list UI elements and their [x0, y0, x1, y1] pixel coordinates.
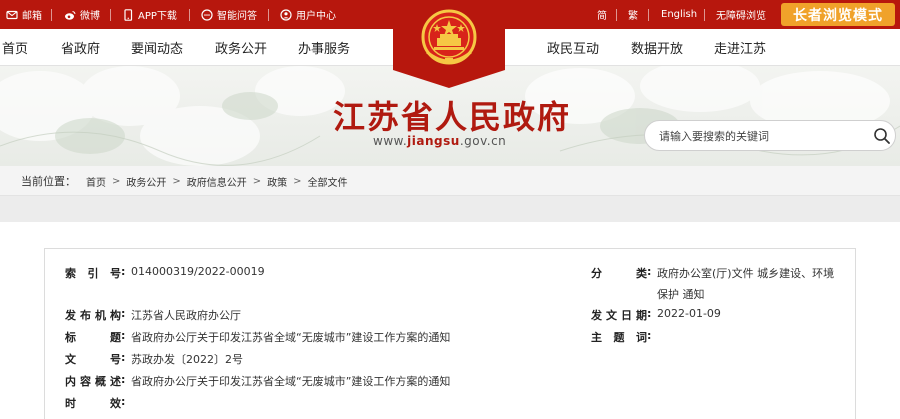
- smart-qa-link[interactable]: 智能问答: [201, 0, 257, 29]
- search-input[interactable]: [659, 128, 859, 144]
- issuer-label: 发布机构: [65, 309, 121, 322]
- colon: :: [647, 329, 652, 342]
- breadcrumb-separator: >: [252, 175, 262, 187]
- site-title: 江苏省人民政府: [333, 98, 572, 136]
- english-link[interactable]: English: [661, 0, 697, 29]
- document-info-table: 索引号 : 014000319/2022-00019 分类 : 政府办公室(厅)…: [44, 248, 856, 419]
- colon: :: [121, 373, 126, 386]
- divider: [110, 9, 111, 21]
- category-label: 分类: [591, 267, 647, 280]
- index-number-value: 014000319/2022-00019: [131, 265, 265, 278]
- app-download-label: APP下载: [138, 11, 177, 22]
- national-emblem: [393, 0, 505, 88]
- user-center-label: 用户中心: [296, 11, 336, 22]
- nav-home[interactable]: 首页: [2, 29, 28, 66]
- user-icon: [280, 8, 292, 21]
- divider: [704, 9, 705, 21]
- nav-provincial-government[interactable]: 省政府: [61, 29, 100, 66]
- validity-label: 时效: [65, 397, 121, 410]
- weibo-icon: [65, 10, 76, 20]
- nav-government-affairs[interactable]: 政务公开: [215, 29, 267, 66]
- title-label: 标题: [65, 331, 121, 344]
- breadcrumb-government-affairs[interactable]: 政务公开: [126, 174, 166, 189]
- category-value-line1: 政府办公室(厅)文件 城乡建设、环境: [657, 267, 835, 280]
- nav-open-data[interactable]: 数据开放: [631, 29, 683, 66]
- breadcrumb-label: 当前位置：: [21, 175, 76, 188]
- mail-label: 邮箱: [22, 11, 42, 22]
- issuer-value: 江苏省人民政府办公厅: [131, 309, 241, 322]
- divider: [616, 9, 617, 21]
- divider: [268, 9, 269, 21]
- divider: [648, 9, 649, 21]
- mail-link[interactable]: 邮箱: [6, 0, 42, 29]
- document-content: 索引号 : 014000319/2022-00019 分类 : 政府办公室(厅)…: [0, 222, 900, 419]
- colon: :: [647, 307, 652, 320]
- search-box: [644, 120, 896, 151]
- colon: :: [121, 307, 126, 320]
- breadcrumb-separator: >: [172, 175, 181, 187]
- breadcrumb-separator: >: [112, 175, 121, 187]
- breadcrumb-bar: 当前位置： 首页 > 政务公开 > 政府信息公开 > 政策 > 全部文件: [0, 166, 900, 196]
- breadcrumb-policy[interactable]: 政策: [267, 174, 287, 189]
- emblem-icon: [393, 0, 505, 88]
- breadcrumb-separator: >: [293, 175, 302, 187]
- traditional-chinese-link[interactable]: 繁: [628, 0, 638, 29]
- breadcrumb: 当前位置： 首页 > 政务公开 > 政府信息公开 > 政策 > 全部文件: [21, 166, 348, 196]
- mobile-phone-icon: [124, 8, 133, 21]
- app-download-link[interactable]: APP下载: [122, 0, 177, 29]
- chat-bubble-icon: [201, 8, 213, 21]
- smart-qa-label: 智能问答: [217, 11, 257, 22]
- user-center-link[interactable]: 用户中心: [280, 0, 336, 29]
- document-number-label: 文号: [65, 353, 121, 366]
- divider: [189, 9, 190, 21]
- document-number-value: 苏政办发〔2022〕2号: [131, 353, 243, 366]
- weibo-label: 微博: [80, 11, 100, 22]
- index-number-label: 索引号: [65, 267, 121, 280]
- search-icon[interactable]: [873, 127, 891, 145]
- summary-label: 内容概述: [65, 375, 121, 388]
- simplified-label: 简: [597, 11, 607, 22]
- category-value-line2: 保护 通知: [657, 288, 705, 301]
- subject-keywords-label: 主题词: [591, 331, 647, 344]
- accessibility-label: 无障碍浏览: [716, 11, 766, 22]
- simplified-chinese-link[interactable]: 简: [597, 0, 607, 29]
- issue-date-label: 发文日期: [591, 309, 647, 322]
- nav-news[interactable]: 要闻动态: [131, 29, 183, 66]
- nav-services[interactable]: 办事服务: [298, 29, 350, 66]
- mail-icon: [6, 10, 18, 19]
- colon: :: [121, 351, 126, 364]
- accessibility-link[interactable]: 无障碍浏览: [716, 0, 766, 29]
- site-url-suffix: .gov.cn: [459, 134, 507, 148]
- traditional-label: 繁: [628, 11, 638, 22]
- divider: [51, 9, 52, 21]
- site-url-prefix: www.: [373, 134, 408, 148]
- site-url: www.jiangsu.gov.cn: [373, 134, 506, 148]
- nav-about-jiangsu[interactable]: 走进江苏: [714, 29, 766, 66]
- weibo-link[interactable]: 微博: [64, 0, 100, 29]
- nav-public-interaction[interactable]: 政民互动: [547, 29, 599, 66]
- colon: :: [121, 265, 126, 278]
- breadcrumb-home[interactable]: 首页: [86, 174, 106, 189]
- colon: :: [647, 265, 652, 278]
- elder-mode-button[interactable]: 长者浏览模式: [781, 3, 895, 26]
- colon: :: [121, 329, 126, 342]
- breadcrumb-all-documents[interactable]: 全部文件: [308, 174, 348, 189]
- summary-value: 省政府办公厅关于印发江苏省全域“无废城市”建设工作方案的通知: [131, 375, 451, 388]
- issue-date-value: 2022-01-09: [657, 307, 721, 320]
- english-label: English: [661, 9, 698, 20]
- title-value: 省政府办公厅关于印发江苏省全域“无废城市”建设工作方案的通知: [131, 331, 451, 344]
- site-url-domain: jiangsu: [407, 134, 460, 148]
- colon: :: [121, 395, 126, 408]
- breadcrumb-information-disclosure[interactable]: 政府信息公开: [187, 174, 247, 189]
